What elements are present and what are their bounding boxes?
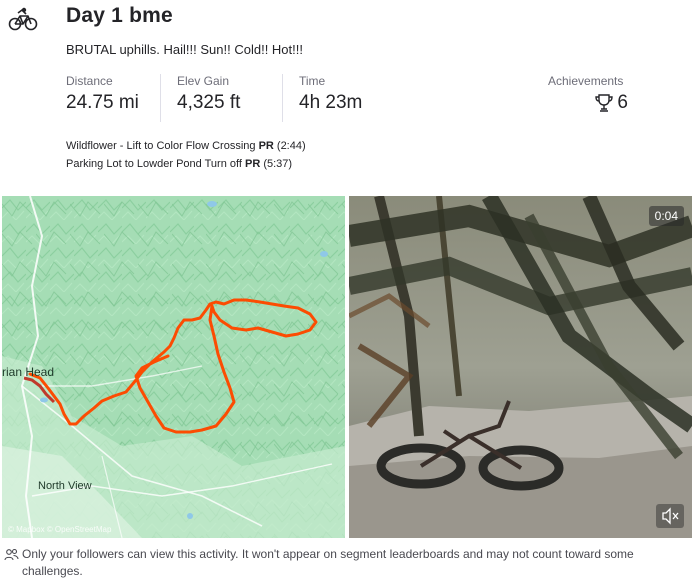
stat-distance-label: Distance xyxy=(66,74,113,88)
achievements-label: Achievements xyxy=(548,74,624,88)
mute-button[interactable] xyxy=(656,504,684,528)
segment-name: Parking Lot to Lowder Pond Turn off xyxy=(66,158,242,170)
mute-icon xyxy=(662,507,679,525)
stat-distance: Distance 24.75 mi xyxy=(66,74,161,122)
activity-stats: Distance 24.75 mi Elev Gain 4,325 ft Tim… xyxy=(66,74,415,122)
pr-badge: PR xyxy=(244,158,261,170)
route-map[interactable]: rian Head North View © Mapbox © OpenStre… xyxy=(2,196,345,538)
video-thumbnail[interactable]: 0:04 xyxy=(349,196,692,538)
trophy-icon xyxy=(595,94,614,112)
segment-time: (2:44) xyxy=(276,140,306,152)
segment-list: Wildflower - Lift to Color Flow Crossing… xyxy=(66,137,306,173)
stat-time-label: Time xyxy=(299,74,326,88)
map-attribution[interactable]: © Mapbox © OpenStreetMap xyxy=(8,525,111,534)
map-label-town: North View xyxy=(38,480,92,492)
stat-time: Time 4h 23m xyxy=(299,74,399,122)
stat-elev-gain-label: Elev Gain xyxy=(177,74,230,88)
activity-title: Day 1 bme xyxy=(66,4,173,27)
stat-time-value: 4h 23m xyxy=(299,92,363,113)
privacy-text: Only your followers can view this activi… xyxy=(22,547,634,578)
segment-item[interactable]: Parking Lot to Lowder Pond Turn off PR (… xyxy=(66,155,306,173)
pr-badge: PR xyxy=(258,140,274,152)
privacy-notice: Only your followers can view this activi… xyxy=(4,546,694,578)
map-label-town: rian Head xyxy=(2,365,55,379)
stat-elev-gain-value: 4,325 ft xyxy=(177,92,241,113)
activity-description: BRUTAL uphills. Hail!!! Sun!! Cold!! Hot… xyxy=(66,42,303,57)
video-frame xyxy=(349,196,692,538)
mountain-bike-icon xyxy=(8,7,38,31)
segment-name: Wildflower - Lift to Color Flow Crossing xyxy=(66,140,256,152)
segment-time: (5:37) xyxy=(263,158,293,170)
segment-item[interactable]: Wildflower - Lift to Color Flow Crossing… xyxy=(66,137,306,155)
stat-distance-value: 24.75 mi xyxy=(66,92,139,113)
followers-icon xyxy=(4,548,19,561)
achievements-count: 6 xyxy=(617,92,628,113)
stat-elev-gain: Elev Gain 4,325 ft xyxy=(177,74,283,122)
achievements[interactable]: Achievements 6 xyxy=(548,74,638,114)
video-duration: 0:04 xyxy=(648,206,684,226)
